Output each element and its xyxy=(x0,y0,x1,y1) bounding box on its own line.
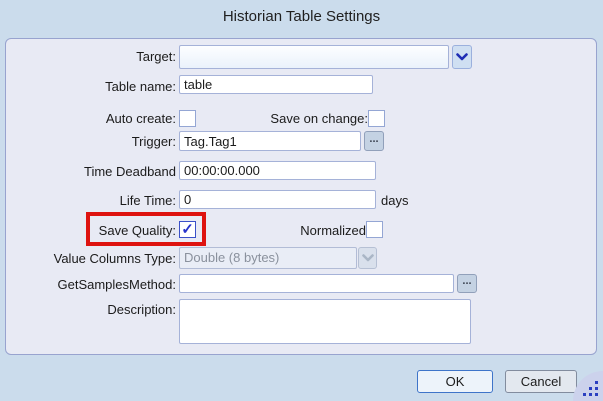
time-deadband-label: Time Deadband xyxy=(84,164,176,180)
value-columns-type-dropdown-button xyxy=(358,247,377,269)
auto-create-label: Auto create: xyxy=(106,111,176,127)
value-columns-type-combobox: Double (8 bytes) xyxy=(179,247,357,269)
get-samples-method-input[interactable] xyxy=(179,274,454,293)
life-time-input[interactable] xyxy=(179,190,376,209)
save-on-change-label: Save on change: xyxy=(270,111,368,127)
auto-create-checkbox[interactable] xyxy=(179,110,196,127)
description-label: Description: xyxy=(107,302,176,318)
table-name-label: Table name: xyxy=(105,79,176,95)
target-combobox[interactable] xyxy=(179,45,449,69)
description-textarea[interactable] xyxy=(179,299,471,344)
dialog-title: Historian Table Settings xyxy=(0,8,603,25)
historian-table-settings-dialog: Historian Table Settings Target: Table n… xyxy=(0,0,603,401)
life-time-unit-label: days xyxy=(381,193,408,209)
checkmark-icon: ✓ xyxy=(181,222,194,237)
get-samples-method-label: GetSamplesMethod: xyxy=(57,277,176,293)
normalized-label: Normalized xyxy=(300,223,366,239)
cancel-button[interactable]: Cancel xyxy=(505,370,577,393)
save-quality-checkbox[interactable]: ✓ xyxy=(179,221,196,238)
save-quality-label: Save Quality: xyxy=(99,223,176,239)
resize-grip[interactable] xyxy=(573,371,603,401)
chevron-down-icon xyxy=(362,254,374,262)
target-label: Target: xyxy=(136,49,176,65)
trigger-label: Trigger: xyxy=(132,134,176,150)
time-deadband-input[interactable] xyxy=(179,161,376,180)
life-time-label: Life Time: xyxy=(120,193,176,209)
normalized-checkbox[interactable] xyxy=(366,221,383,238)
save-on-change-checkbox[interactable] xyxy=(368,110,385,127)
table-name-input[interactable] xyxy=(179,75,373,94)
trigger-input[interactable] xyxy=(179,131,361,151)
chevron-down-icon xyxy=(456,53,468,61)
trigger-browse-button[interactable]: ... xyxy=(364,131,384,151)
target-dropdown-button[interactable] xyxy=(452,45,472,69)
ok-button[interactable]: OK xyxy=(417,370,493,393)
get-samples-method-browse-button[interactable]: ... xyxy=(457,274,477,293)
grip-dots-icon xyxy=(595,393,598,396)
value-columns-type-label: Value Columns Type: xyxy=(54,251,176,267)
